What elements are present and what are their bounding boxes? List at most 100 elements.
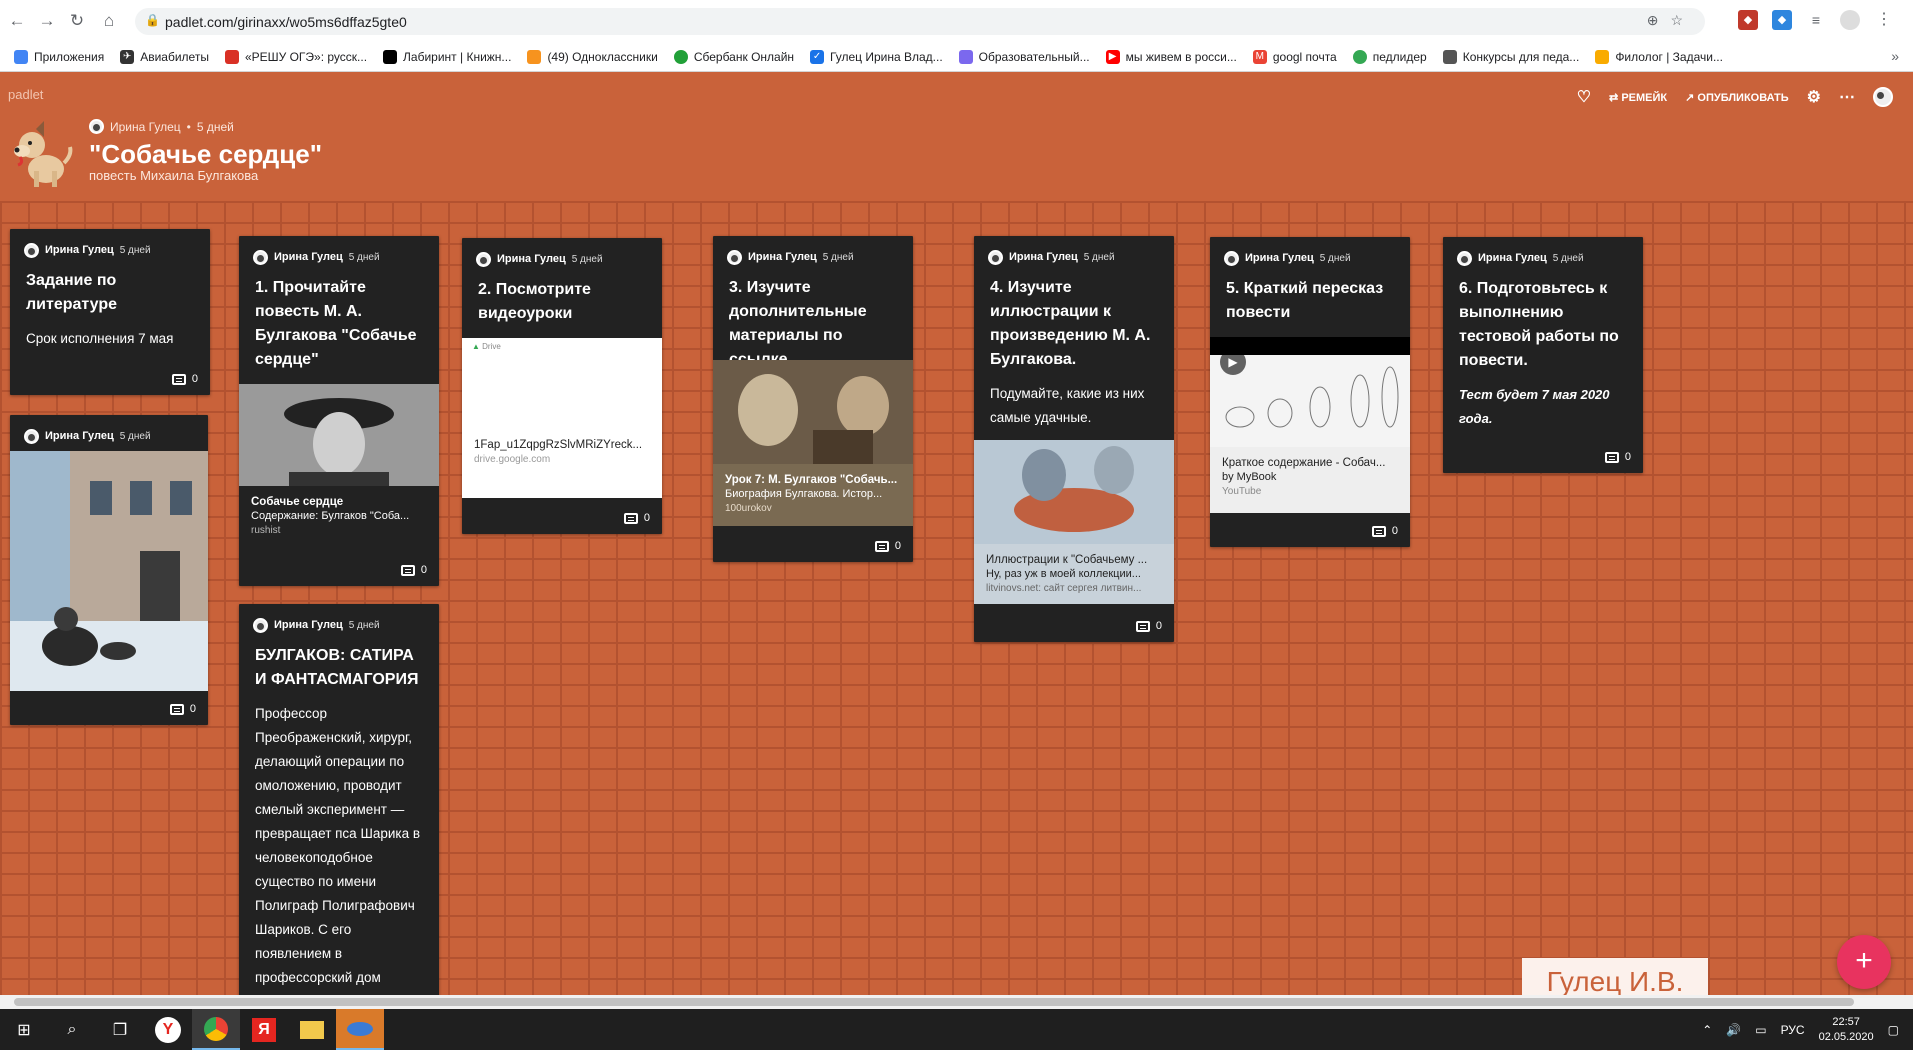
post-card[interactable]: Ирина Гулец 5 дней 0 xyxy=(10,415,208,725)
video-attachment[interactable]: ▶ Краткое содержание - Собач... by MyBoo… xyxy=(1210,337,1410,513)
menu-icon[interactable]: ⋮ xyxy=(1874,10,1894,30)
avatar xyxy=(253,249,268,265)
site-icon xyxy=(673,50,688,64)
link-attachment[interactable]: Урок 7: М. Булгаков "Собачь... Биография… xyxy=(713,360,913,526)
bookmark-item[interactable]: Лабиринт | Книжн... xyxy=(375,50,519,64)
post-card[interactable]: Ирина Гулец 5 дней БУЛГАКОВ: САТИРА И ФАН… xyxy=(239,604,439,995)
chrome-icon[interactable] xyxy=(192,1009,240,1050)
bookmark-item[interactable]: ✈ Авиабилеты xyxy=(112,50,217,64)
heart-icon[interactable]: ♡ xyxy=(1577,87,1591,107)
post-meta: Ирина Гулец 5 дней xyxy=(1443,237,1643,269)
post-card[interactable]: Ирина Гулец 5 дней 1. Прочитайте повесть … xyxy=(239,236,439,586)
bookmark-item[interactable]: «РЕШУ ОГЭ»: русск... xyxy=(217,50,375,64)
avatar xyxy=(727,249,742,265)
bookmark-item[interactable]: Филолог | Задачи... xyxy=(1587,50,1731,64)
back-icon[interactable]: ← xyxy=(6,10,28,32)
folder-icon[interactable] xyxy=(288,1009,336,1050)
comment-count[interactable]: 0 xyxy=(1371,525,1398,537)
comment-icon xyxy=(1371,525,1386,537)
bookmark-item[interactable]: Mgoogl почта xyxy=(1245,50,1345,64)
board-author: Ирина Гулец • 5 дней xyxy=(89,119,234,134)
site-icon xyxy=(527,50,542,64)
system-tray: ⌃ 🔊 ▭ РУС 22:57 02.05.2020 ▢ xyxy=(1702,1009,1899,1050)
post-card[interactable]: Ирина Гулец 5 дней 4. Изучите иллюстрации… xyxy=(974,236,1174,642)
remake-button[interactable]: ⇄ РЕМЕЙК xyxy=(1609,91,1667,104)
extension-icon[interactable]: ◆ xyxy=(1772,10,1792,30)
url-text[interactable]: padlet.com/girinaxx/wo5ms6dffaz5gte0 xyxy=(165,14,407,30)
post-title: 1. Прочитайте повесть М. А. Булгакова "С… xyxy=(255,279,417,368)
avatar xyxy=(1457,250,1472,266)
post-card[interactable]: Ирина Гулец 5 дней 5. Краткий пересказ по… xyxy=(1210,237,1410,547)
bookmark-item[interactable]: ✓ Гулец Ирина Влад... xyxy=(802,50,951,64)
forward-icon[interactable]: → xyxy=(36,10,58,32)
bookmark-item[interactable]: Образовательный... xyxy=(951,50,1098,64)
bookmark-item[interactable]: (49) Одноклассники xyxy=(519,50,665,64)
volume-icon[interactable]: 🔊 xyxy=(1726,1023,1741,1037)
post-card[interactable]: Ирина Гулец 5 дней 3. Изучите дополнитель… xyxy=(713,236,913,562)
post-card[interactable]: Ирина Гулец 5 дней 6. Подготовьтесь к вып… xyxy=(1443,237,1643,473)
horizontal-scrollbar[interactable] xyxy=(0,995,1913,1009)
comment-count[interactable]: 0 xyxy=(169,703,196,715)
scrollbar-thumb[interactable] xyxy=(14,998,1854,1006)
post-meta: Ирина Гулец 5 дней xyxy=(462,238,662,270)
share-icon: ↗ xyxy=(1685,91,1698,104)
post-card[interactable]: Ирина Гулец 5 дней 2. Посмотрите видеоуро… xyxy=(462,238,662,534)
home-icon[interactable]: ⌂ xyxy=(98,10,120,32)
post-body: Профессор Преображенский, хирург, делающ… xyxy=(255,706,421,985)
link-attachment[interactable]: Собачье сердце Содержание: Булгаков "Соб… xyxy=(239,384,439,544)
comment-count[interactable]: 0 xyxy=(400,564,427,576)
notifications-icon[interactable]: ▢ xyxy=(1888,1023,1899,1037)
comment-count[interactable]: 0 xyxy=(874,540,901,552)
remake-icon: ⇄ xyxy=(1609,91,1622,104)
post-card[interactable]: Ирина Гулец 5 дней Задание по литературе … xyxy=(10,229,210,395)
bookmark-item[interactable]: педлидер xyxy=(1345,50,1435,64)
site-icon xyxy=(383,50,398,64)
search-icon[interactable]: ⌕ xyxy=(48,1009,96,1050)
network-icon[interactable]: ▭ xyxy=(1755,1023,1766,1037)
yandex-icon[interactable]: Я xyxy=(240,1009,288,1050)
page-subtitle: повесть Михаила Булгакова xyxy=(89,168,259,183)
link-attachment[interactable]: Иллюстрации к "Собачьему ... Ну, раз уж … xyxy=(974,440,1174,604)
post-title: 3. Изучите дополнительные материалы по с… xyxy=(729,279,867,368)
profile-avatar[interactable] xyxy=(1840,10,1860,30)
comment-icon xyxy=(623,512,638,524)
reload-icon[interactable]: ↻ xyxy=(66,10,88,32)
bookmark-item[interactable]: Сбербанк Онлайн xyxy=(666,50,802,64)
post-meta: Ирина Гулец 5 дней xyxy=(10,415,208,447)
address-bar[interactable]: 🔒 padlet.com/girinaxx/wo5ms6dffaz5gte0 ⊕… xyxy=(135,8,1705,35)
comment-count[interactable]: 0 xyxy=(1135,620,1162,632)
bookmark-star-icon[interactable]: ⊕☆ xyxy=(1647,12,1695,29)
comment-count[interactable]: 0 xyxy=(1604,451,1631,463)
browser-chrome: ← → ↻ ⌂ 🔒 padlet.com/girinaxx/wo5ms6dffa… xyxy=(0,0,1913,72)
play-icon[interactable]: ▶ xyxy=(1220,349,1246,375)
bookmark-item[interactable]: Конкурсы для педа... xyxy=(1435,50,1588,64)
windows-start-icon[interactable]: ⊞ xyxy=(0,1009,48,1050)
add-post-button[interactable]: + xyxy=(1837,935,1891,989)
drive-attachment[interactable]: ▲ Drive 1Fap_u1ZqpgRzSlvMRiZYreck... dri… xyxy=(462,338,662,498)
film-still-image xyxy=(713,360,913,464)
clock[interactable]: 22:57 02.05.2020 xyxy=(1819,1015,1874,1045)
task-view-icon[interactable]: ❐ xyxy=(96,1009,144,1050)
more-icon[interactable]: ⋯ xyxy=(1839,87,1855,107)
gear-icon[interactable]: ⚙ xyxy=(1807,87,1821,107)
padlet-logo[interactable]: padlet xyxy=(8,87,43,102)
extension-icon[interactable]: ◆ xyxy=(1738,10,1758,30)
reading-list-icon[interactable]: ≡ xyxy=(1806,10,1826,30)
post-meta: Ирина Гулец 5 дней xyxy=(239,604,439,636)
bookmark-item[interactable]: Приложения xyxy=(6,50,112,64)
gmail-icon: M xyxy=(1252,50,1267,64)
bookmarks-bar: Приложения ✈ Авиабилеты «РЕШУ ОГЭ»: русск… xyxy=(0,42,1913,72)
lock-icon[interactable]: 🔒 xyxy=(145,13,160,27)
comment-count[interactable]: 0 xyxy=(171,373,198,385)
bookmark-item[interactable]: ▶ мы живем в росси... xyxy=(1098,50,1245,64)
publish-button[interactable]: ↗ ОПУБЛИКОВАТЬ xyxy=(1685,91,1789,104)
comment-count[interactable]: 0 xyxy=(623,512,650,524)
app-icon[interactable] xyxy=(336,1009,384,1050)
chevron-up-icon[interactable]: ⌃ xyxy=(1702,1023,1712,1037)
bookmarks-more-icon[interactable]: » xyxy=(1891,48,1899,64)
yandex-browser-icon[interactable]: Y xyxy=(144,1009,192,1050)
portrait-image xyxy=(239,384,439,486)
language-indicator[interactable]: РУС xyxy=(1781,1023,1805,1037)
user-avatar[interactable] xyxy=(1873,87,1893,107)
winter-illustration-image[interactable] xyxy=(10,451,208,691)
